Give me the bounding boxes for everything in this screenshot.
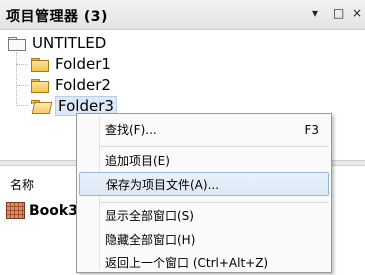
- menu-item-label: 追加项目(E): [105, 154, 170, 168]
- context-menu: 查找(F)... F3 追加项目(E) 保存为项目文件(A)... 显示全部窗口…: [76, 113, 332, 273]
- menu-item-shortcut: F3: [304, 123, 319, 137]
- menu-item-append-project[interactable]: 追加项目(E): [79, 149, 329, 173]
- folder-icon: [31, 57, 49, 72]
- tree-folder-1[interactable]: Folder1: [31, 54, 111, 74]
- menu-item-label: 显示全部窗口(S): [105, 209, 194, 223]
- dropdown-icon[interactable]: ▾: [312, 6, 318, 20]
- menu-item-label: 查找(F)...: [105, 123, 157, 137]
- tree-connector: [16, 105, 28, 106]
- menu-item-previous-window[interactable]: 返回上一个窗口 (Ctrl+Alt+Z): [79, 251, 329, 275]
- menu-item-label: 保存为项目文件(A)...: [106, 178, 220, 192]
- panel-title: 项目管理器 (3): [6, 9, 108, 25]
- menu-item-hide-all-windows[interactable]: 隐藏全部窗口(H): [79, 228, 329, 252]
- menu-item-show-all-windows[interactable]: 显示全部窗口(S): [79, 204, 329, 228]
- menu-item-label: 隐藏全部窗口(H): [105, 233, 196, 247]
- restore-icon[interactable]: □: [333, 6, 344, 20]
- worksheet-icon: [6, 202, 25, 219]
- menu-item-label: 返回上一个窗口 (Ctrl+Alt+Z): [105, 256, 269, 270]
- tree-connector: [16, 85, 28, 86]
- tree-folder-label: Folder1: [55, 55, 111, 73]
- tree-folder-label: Folder2: [55, 76, 111, 94]
- open-folder-icon: [31, 99, 53, 114]
- tree-root[interactable]: UNTITLED: [8, 33, 106, 53]
- tree-root-label: UNTITLED: [32, 34, 107, 52]
- menu-item-find[interactable]: 查找(F)... F3: [79, 118, 329, 142]
- menu-item-save-project-file[interactable]: 保存为项目文件(A)...: [79, 172, 329, 196]
- menu-separator: [101, 146, 329, 147]
- menu-separator: [101, 202, 329, 203]
- tree-connector: [16, 64, 28, 65]
- list-item-label: Book3: [29, 202, 78, 219]
- panel-titlebar: 项目管理器 (3) ▾ □ ×: [0, 0, 365, 30]
- close-icon[interactable]: ×: [352, 6, 362, 20]
- folder-icon: [8, 36, 26, 51]
- list-item[interactable]: Book3: [6, 202, 78, 219]
- tree-folder-2[interactable]: Folder2: [31, 75, 111, 95]
- tree-connector: [16, 52, 17, 104]
- folder-icon: [31, 78, 49, 93]
